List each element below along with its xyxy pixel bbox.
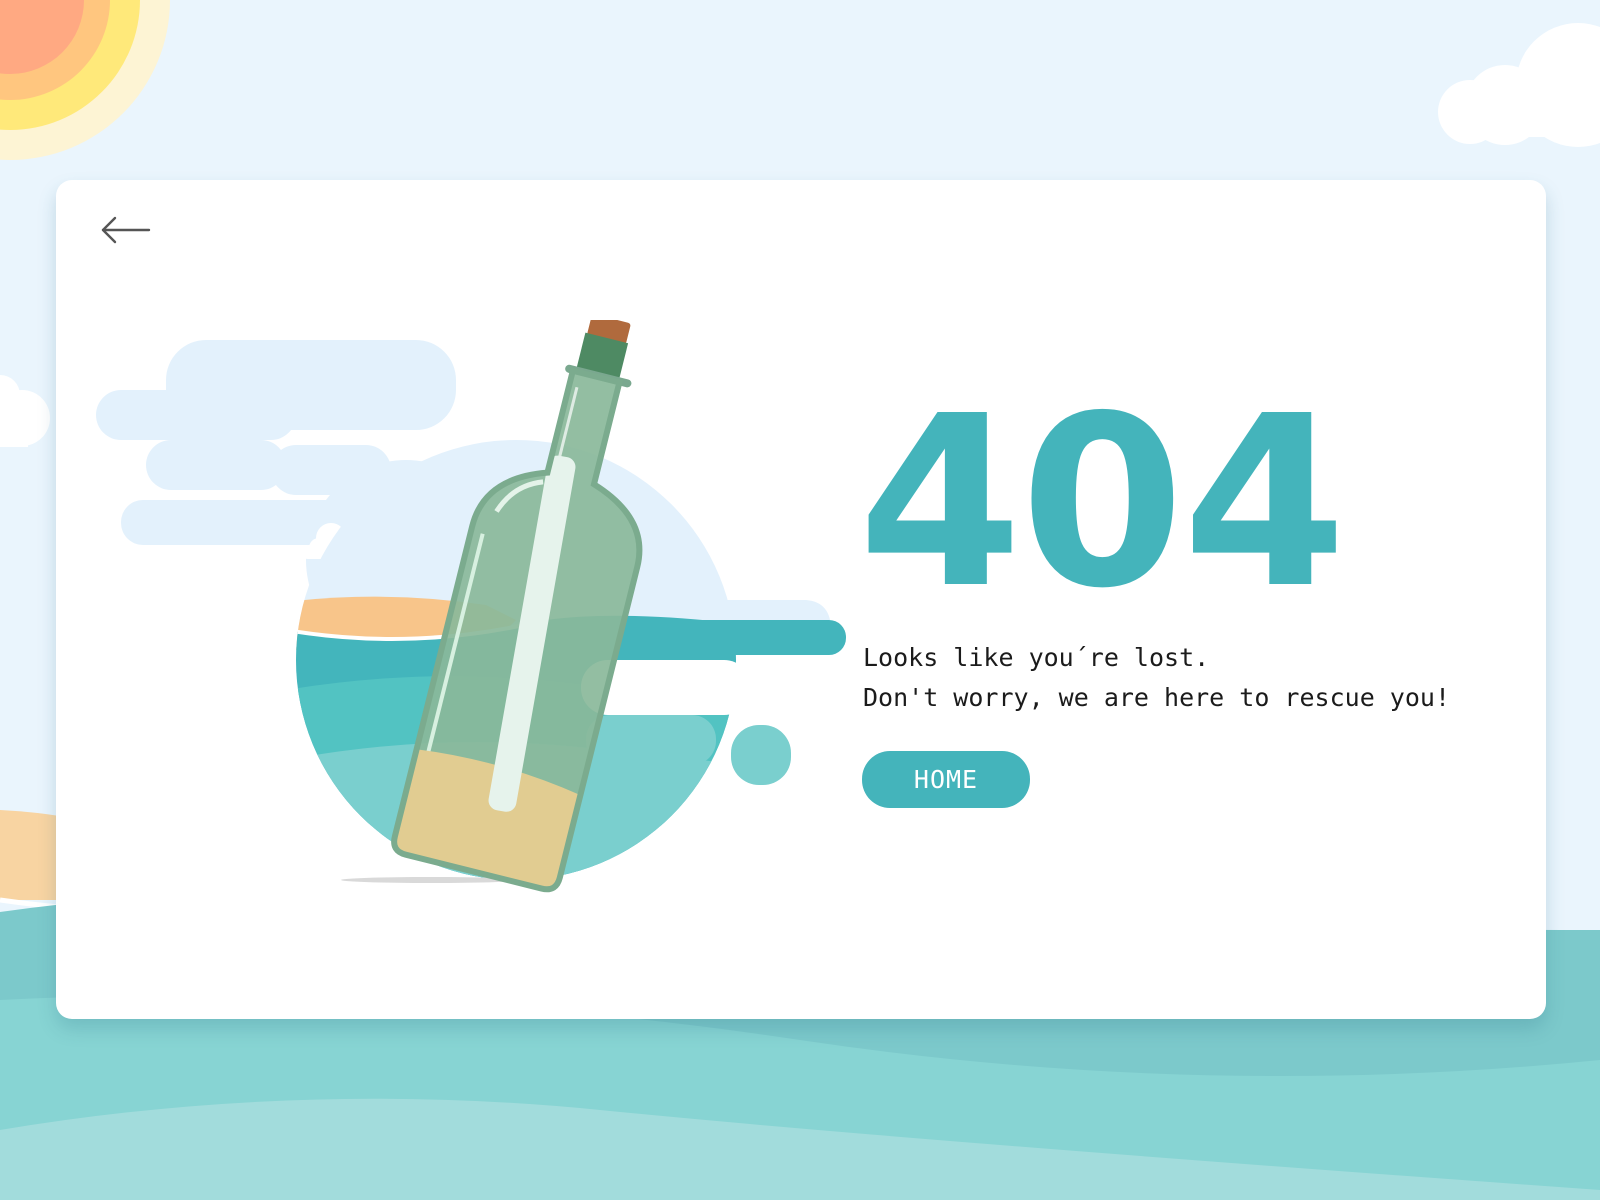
bottle-illustration xyxy=(96,320,846,893)
message-line: Looks like you´re lost. xyxy=(863,643,1210,672)
back-button[interactable] xyxy=(96,208,156,252)
arrow-left-icon xyxy=(101,216,151,244)
error-message: Looks like you´re lost. Don't worry, we … xyxy=(863,638,1450,718)
home-button[interactable]: HOME xyxy=(862,751,1030,808)
error-card: 404 Looks like you´re lost. Don't worry,… xyxy=(56,180,1546,1019)
error-code: 404 xyxy=(858,365,1347,640)
message-line: Don't worry, we are here to rescue you! xyxy=(863,683,1450,712)
